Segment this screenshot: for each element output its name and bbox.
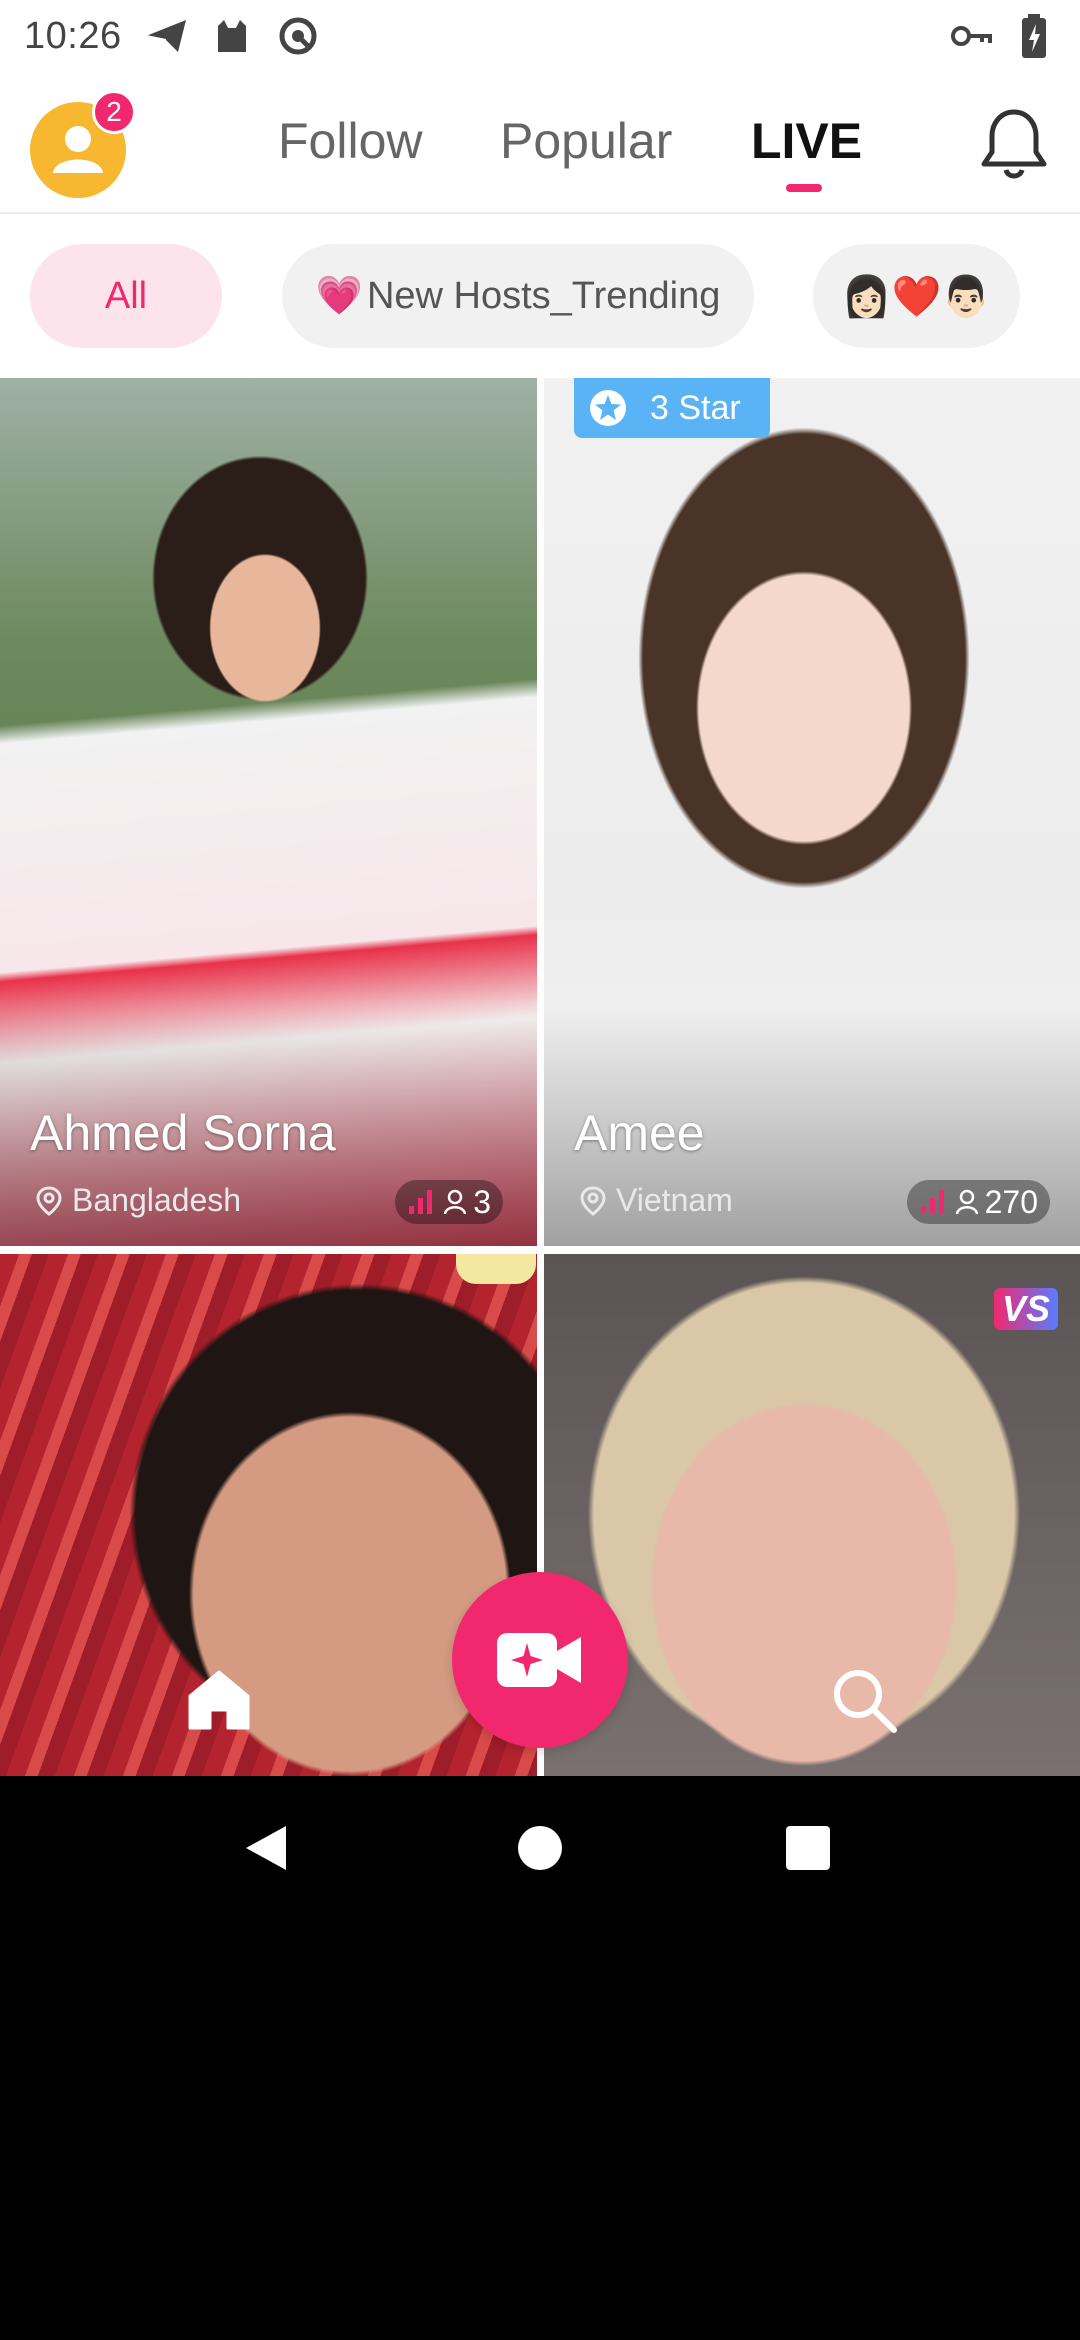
send-icon	[144, 14, 188, 58]
filter-all-chip[interactable]: All	[30, 244, 222, 348]
notification-count-badge: 2	[92, 90, 136, 134]
live-card[interactable]: Ahmed Sorna Bangladesh 3	[0, 378, 537, 1246]
filter-couple-chip[interactable]: 👩🏻❤️👨🏻	[813, 244, 1020, 348]
viewer-count: 270	[984, 1183, 1038, 1220]
host-name: Amee	[574, 1105, 705, 1161]
battery-charging-icon	[1012, 14, 1056, 58]
back-icon[interactable]	[240, 1822, 292, 1874]
home-icon[interactable]	[186, 1666, 252, 1732]
go-live-button[interactable]	[452, 1572, 628, 1748]
live-bars-icon	[920, 1190, 944, 1214]
status-time: 10:26	[24, 14, 122, 57]
host-location: Vietnam	[580, 1182, 733, 1219]
couple-emoji-icon: 👩🏻❤️👨🏻	[841, 274, 992, 319]
location-pin-icon	[580, 1185, 606, 1216]
filter-all-label: All	[104, 274, 148, 317]
live-bars-icon	[409, 1190, 433, 1214]
host-location: Bangladesh	[36, 1182, 241, 1219]
live-card[interactable]	[0, 1254, 537, 1776]
search-icon[interactable]	[830, 1666, 898, 1734]
heart-emoji-icon: 💗	[315, 275, 363, 317]
home-circle-icon[interactable]	[518, 1826, 562, 1870]
top-header: 2 Follow Popular LIVE	[0, 72, 1080, 214]
location-pin-icon	[36, 1185, 62, 1216]
vpn-icon	[276, 14, 320, 58]
star-level-badge: 3 Star	[574, 378, 770, 438]
viewer-count-pill: 270	[906, 1180, 1050, 1224]
tab-live[interactable]: LIVE	[751, 112, 862, 170]
live-card[interactable]: 3 Star Amee Vietnam 270	[544, 378, 1080, 1246]
viewer-count: 3	[473, 1183, 491, 1220]
active-tab-indicator	[786, 184, 822, 192]
app-screen: 10:26 2 Follow Popular LIVE All 💗 New Ho…	[0, 0, 1080, 1776]
go-live-icon	[497, 1633, 581, 1687]
person-icon	[443, 1189, 467, 1215]
system-navigation-bar	[0, 1776, 1080, 1920]
tab-follow[interactable]: Follow	[278, 112, 422, 170]
status-bar: 10:26	[0, 0, 1080, 72]
vs-pk-badge: VS	[994, 1288, 1059, 1330]
star-icon	[590, 390, 626, 426]
star-level-text: 3 Star	[650, 388, 741, 427]
sticker-badge	[456, 1254, 536, 1284]
filter-trending-chip[interactable]: 💗 New Hosts_Trending	[282, 244, 754, 348]
host-name: Ahmed Sorna	[30, 1105, 336, 1161]
live-card[interactable]: VS	[544, 1254, 1080, 1776]
filter-trending-label: New Hosts_Trending	[366, 274, 721, 317]
tab-popular[interactable]: Popular	[500, 112, 672, 170]
host-location-text: Bangladesh	[72, 1182, 242, 1218]
viewer-count-pill: 3	[395, 1180, 503, 1224]
bell-icon[interactable]	[980, 106, 1048, 182]
host-location-text: Vietnam	[616, 1182, 733, 1218]
person-icon	[955, 1189, 978, 1215]
key-icon	[950, 14, 994, 58]
recent-apps-icon[interactable]	[786, 1826, 830, 1870]
cat-icon	[210, 14, 254, 58]
